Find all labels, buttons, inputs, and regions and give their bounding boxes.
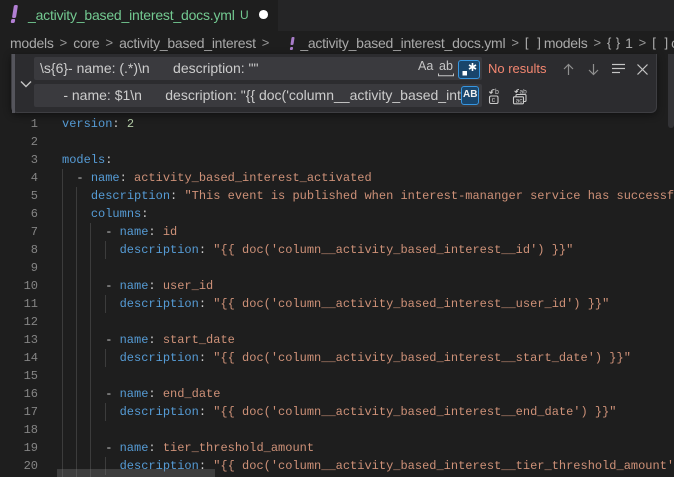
svg-text:b: b — [495, 89, 499, 96]
svg-text:c: c — [492, 97, 496, 104]
svg-text:ac: ac — [516, 98, 524, 105]
